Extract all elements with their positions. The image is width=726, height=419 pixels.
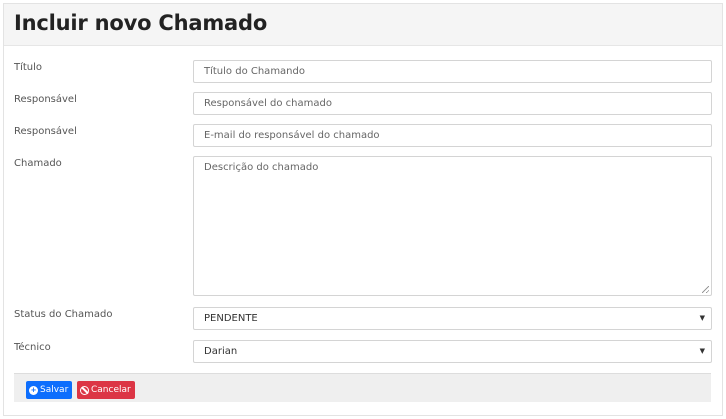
page-title: Incluir novo Chamado — [14, 11, 268, 35]
resize-grip-icon[interactable] — [702, 286, 709, 293]
chamado-placeholder: Descrição do chamado — [204, 162, 319, 173]
caret-down-icon: ▼ — [699, 347, 705, 355]
status-label: Status do Chamado — [14, 309, 113, 320]
responsavel-label: Responsável — [14, 94, 77, 105]
tecnico-selected-value: Darian — [204, 346, 238, 357]
status-select[interactable]: PENDENTE ▼ — [193, 307, 712, 330]
titulo-label: Título — [14, 62, 43, 73]
tecnico-label: Técnico — [14, 342, 51, 353]
plus-circle-icon: + — [29, 385, 38, 395]
ban-icon — [80, 385, 89, 395]
responsavel-input[interactable]: Responsável do chamado — [193, 92, 712, 115]
form-footer: + Salvar Cancelar — [14, 373, 711, 402]
save-button[interactable]: + Salvar — [26, 381, 73, 399]
tecnico-select[interactable]: Darian ▼ — [193, 340, 712, 363]
email-label: Responsável — [14, 126, 77, 137]
form-card: Incluir novo Chamado Título Título do Ch… — [3, 3, 723, 416]
cancel-label: Cancelar — [91, 385, 131, 395]
chamado-textarea[interactable]: Descrição do chamado — [193, 156, 712, 296]
email-input[interactable]: E-mail do responsável do chamado — [193, 124, 712, 147]
titulo-input[interactable]: Título do Chamando — [193, 60, 712, 83]
card-header: Incluir novo Chamado — [4, 4, 722, 46]
caret-down-icon: ▼ — [699, 314, 705, 322]
cancel-button[interactable]: Cancelar — [77, 381, 135, 399]
save-label: Salvar — [40, 385, 69, 395]
status-selected-value: PENDENTE — [204, 313, 258, 324]
chamado-label: Chamado — [14, 158, 62, 169]
